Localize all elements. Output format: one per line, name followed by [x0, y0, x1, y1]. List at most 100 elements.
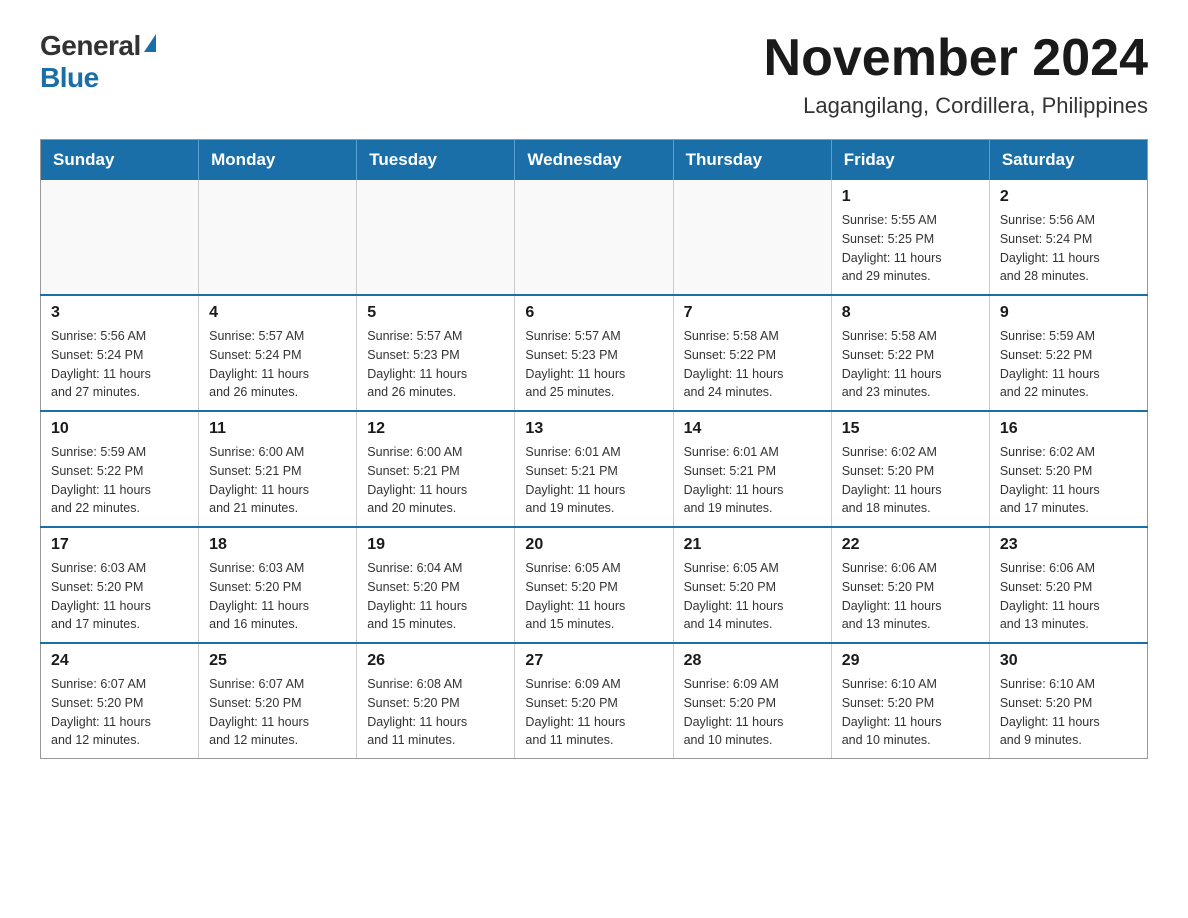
day-number: 26: [367, 652, 504, 670]
day-number: 27: [525, 652, 662, 670]
calendar-week-3: 10 Sunrise: 5:59 AM Sunset: 5:22 PM Dayli…: [41, 411, 1148, 527]
logo-triangle-icon: [144, 34, 156, 52]
weekday-header-saturday: Saturday: [989, 140, 1147, 181]
calendar-cell: 2 Sunrise: 5:56 AM Sunset: 5:24 PM Daylig…: [989, 180, 1147, 295]
day-info: Sunrise: 5:57 AM Sunset: 5:24 PM Dayligh…: [209, 327, 346, 402]
day-info: Sunrise: 6:00 AM Sunset: 5:21 PM Dayligh…: [367, 443, 504, 518]
day-number: 23: [1000, 536, 1137, 554]
day-number: 22: [842, 536, 979, 554]
calendar-cell: 20 Sunrise: 6:05 AM Sunset: 5:20 PM Dayli…: [515, 527, 673, 643]
logo-blue-text: Blue: [40, 62, 99, 94]
calendar-cell: 10 Sunrise: 5:59 AM Sunset: 5:22 PM Dayli…: [41, 411, 199, 527]
day-number: 15: [842, 420, 979, 438]
calendar-cell: 16Sunrise: 6:02 AM Sunset: 5:20 PM Dayli…: [989, 411, 1147, 527]
calendar-cell: 1 Sunrise: 5:55 AM Sunset: 5:25 PM Daylig…: [831, 180, 989, 295]
day-info: Sunrise: 6:10 AM Sunset: 5:20 PM Dayligh…: [1000, 675, 1137, 750]
weekday-header-wednesday: Wednesday: [515, 140, 673, 181]
day-info: Sunrise: 6:03 AM Sunset: 5:20 PM Dayligh…: [209, 559, 346, 634]
day-info: Sunrise: 5:58 AM Sunset: 5:22 PM Dayligh…: [842, 327, 979, 402]
calendar-cell: 21Sunrise: 6:05 AM Sunset: 5:20 PM Dayli…: [673, 527, 831, 643]
day-number: 7: [684, 304, 821, 322]
calendar-cell: 7 Sunrise: 5:58 AM Sunset: 5:22 PM Daylig…: [673, 295, 831, 411]
day-info: Sunrise: 6:02 AM Sunset: 5:20 PM Dayligh…: [1000, 443, 1137, 518]
calendar-cell: 27 Sunrise: 6:09 AM Sunset: 5:20 PM Dayli…: [515, 643, 673, 759]
weekday-header-friday: Friday: [831, 140, 989, 181]
calendar-cell: [41, 180, 199, 295]
logo-general-text: General: [40, 30, 141, 62]
calendar-cell: [673, 180, 831, 295]
location-title: Lagangilang, Cordillera, Philippines: [764, 93, 1148, 119]
calendar-cell: [199, 180, 357, 295]
day-info: Sunrise: 5:57 AM Sunset: 5:23 PM Dayligh…: [525, 327, 662, 402]
day-info: Sunrise: 6:05 AM Sunset: 5:20 PM Dayligh…: [684, 559, 821, 634]
calendar-table: SundayMondayTuesdayWednesdayThursdayFrid…: [40, 139, 1148, 759]
calendar-cell: 26Sunrise: 6:08 AM Sunset: 5:20 PM Dayli…: [357, 643, 515, 759]
day-number: 24: [51, 652, 188, 670]
calendar-week-5: 24 Sunrise: 6:07 AM Sunset: 5:20 PM Dayli…: [41, 643, 1148, 759]
calendar-cell: 29 Sunrise: 6:10 AM Sunset: 5:20 PM Dayli…: [831, 643, 989, 759]
day-info: Sunrise: 6:06 AM Sunset: 5:20 PM Dayligh…: [1000, 559, 1137, 634]
day-number: 10: [51, 420, 188, 438]
day-info: Sunrise: 5:56 AM Sunset: 5:24 PM Dayligh…: [1000, 211, 1137, 286]
day-info: Sunrise: 5:57 AM Sunset: 5:23 PM Dayligh…: [367, 327, 504, 402]
day-info: Sunrise: 6:07 AM Sunset: 5:20 PM Dayligh…: [209, 675, 346, 750]
calendar-cell: 22Sunrise: 6:06 AM Sunset: 5:20 PM Dayli…: [831, 527, 989, 643]
day-info: Sunrise: 5:58 AM Sunset: 5:22 PM Dayligh…: [684, 327, 821, 402]
day-info: Sunrise: 5:59 AM Sunset: 5:22 PM Dayligh…: [51, 443, 188, 518]
day-info: Sunrise: 5:59 AM Sunset: 5:22 PM Dayligh…: [1000, 327, 1137, 402]
day-info: Sunrise: 6:04 AM Sunset: 5:20 PM Dayligh…: [367, 559, 504, 634]
day-number: 14: [684, 420, 821, 438]
day-number: 4: [209, 304, 346, 322]
day-info: Sunrise: 5:56 AM Sunset: 5:24 PM Dayligh…: [51, 327, 188, 402]
day-info: Sunrise: 6:09 AM Sunset: 5:20 PM Dayligh…: [525, 675, 662, 750]
day-number: 8: [842, 304, 979, 322]
day-info: Sunrise: 6:02 AM Sunset: 5:20 PM Dayligh…: [842, 443, 979, 518]
day-number: 25: [209, 652, 346, 670]
day-info: Sunrise: 6:01 AM Sunset: 5:21 PM Dayligh…: [525, 443, 662, 518]
weekday-header-row: SundayMondayTuesdayWednesdayThursdayFrid…: [41, 140, 1148, 181]
calendar-cell: [515, 180, 673, 295]
calendar-cell: 9 Sunrise: 5:59 AM Sunset: 5:22 PM Daylig…: [989, 295, 1147, 411]
day-info: Sunrise: 6:00 AM Sunset: 5:21 PM Dayligh…: [209, 443, 346, 518]
day-number: 6: [525, 304, 662, 322]
calendar-cell: 23 Sunrise: 6:06 AM Sunset: 5:20 PM Dayli…: [989, 527, 1147, 643]
day-number: 12: [367, 420, 504, 438]
calendar-week-1: 1 Sunrise: 5:55 AM Sunset: 5:25 PM Daylig…: [41, 180, 1148, 295]
day-number: 13: [525, 420, 662, 438]
calendar-cell: 11 Sunrise: 6:00 AM Sunset: 5:21 PM Dayli…: [199, 411, 357, 527]
day-info: Sunrise: 6:01 AM Sunset: 5:21 PM Dayligh…: [684, 443, 821, 518]
weekday-header-tuesday: Tuesday: [357, 140, 515, 181]
weekday-header-thursday: Thursday: [673, 140, 831, 181]
calendar-body: 1 Sunrise: 5:55 AM Sunset: 5:25 PM Daylig…: [41, 180, 1148, 759]
calendar-cell: 6 Sunrise: 5:57 AM Sunset: 5:23 PM Daylig…: [515, 295, 673, 411]
calendar-cell: 4 Sunrise: 5:57 AM Sunset: 5:24 PM Daylig…: [199, 295, 357, 411]
day-number: 18: [209, 536, 346, 554]
day-number: 11: [209, 420, 346, 438]
day-number: 1: [842, 188, 979, 206]
calendar-cell: 19 Sunrise: 6:04 AM Sunset: 5:20 PM Dayli…: [357, 527, 515, 643]
calendar-week-2: 3 Sunrise: 5:56 AM Sunset: 5:24 PM Daylig…: [41, 295, 1148, 411]
day-number: 20: [525, 536, 662, 554]
calendar-week-4: 17Sunrise: 6:03 AM Sunset: 5:20 PM Dayli…: [41, 527, 1148, 643]
calendar-cell: 17Sunrise: 6:03 AM Sunset: 5:20 PM Dayli…: [41, 527, 199, 643]
day-number: 28: [684, 652, 821, 670]
calendar-cell: 14 Sunrise: 6:01 AM Sunset: 5:21 PM Dayli…: [673, 411, 831, 527]
weekday-header-sunday: Sunday: [41, 140, 199, 181]
day-info: Sunrise: 6:07 AM Sunset: 5:20 PM Dayligh…: [51, 675, 188, 750]
logo: General Blue: [40, 30, 156, 94]
calendar-cell: 13 Sunrise: 6:01 AM Sunset: 5:21 PM Dayli…: [515, 411, 673, 527]
day-number: 3: [51, 304, 188, 322]
day-number: 19: [367, 536, 504, 554]
day-number: 2: [1000, 188, 1137, 206]
calendar-cell: [357, 180, 515, 295]
calendar-cell: 25 Sunrise: 6:07 AM Sunset: 5:20 PM Dayli…: [199, 643, 357, 759]
day-number: 30: [1000, 652, 1137, 670]
day-info: Sunrise: 6:05 AM Sunset: 5:20 PM Dayligh…: [525, 559, 662, 634]
day-number: 29: [842, 652, 979, 670]
calendar-cell: 18 Sunrise: 6:03 AM Sunset: 5:20 PM Dayli…: [199, 527, 357, 643]
calendar-cell: 24 Sunrise: 6:07 AM Sunset: 5:20 PM Dayli…: [41, 643, 199, 759]
day-info: Sunrise: 5:55 AM Sunset: 5:25 PM Dayligh…: [842, 211, 979, 286]
day-info: Sunrise: 6:10 AM Sunset: 5:20 PM Dayligh…: [842, 675, 979, 750]
day-number: 9: [1000, 304, 1137, 322]
month-title: November 2024: [764, 30, 1148, 87]
